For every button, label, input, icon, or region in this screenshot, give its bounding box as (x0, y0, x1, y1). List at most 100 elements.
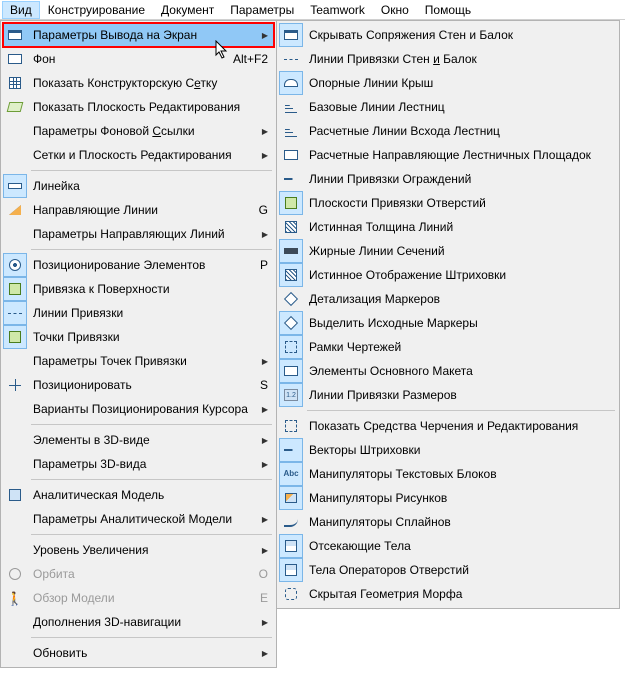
display-submenu-item-7[interactable]: Плоскости Привязки Отверстий (279, 191, 617, 215)
menu-item-label: Истинная Толщина Линий (303, 220, 611, 234)
blank-icon (7, 542, 23, 558)
icon-slot (279, 95, 303, 119)
view-menu-item-5[interactable]: Сетки и Плоскость Редактирования (3, 143, 274, 167)
menu-item-label: Аналитическая Модель (27, 488, 268, 502)
view-menu-item-30[interactable]: Обновить (3, 641, 274, 665)
icon-slot: 🚶 (3, 586, 27, 610)
view-menu-item-14[interactable]: Точки Привязки (3, 325, 274, 349)
view-menu-item-4[interactable]: Параметры Фоновой Ссылки (3, 119, 274, 143)
abc-icon: Abc (283, 466, 299, 482)
display-submenu-item-15[interactable]: 1.2Линии Привязки Размеров (279, 383, 617, 407)
menubar: ВидКонструированиеДокументПараметрыTeamw… (0, 0, 625, 20)
display-submenu-item-19[interactable]: AbcМанипуляторы Текстовых Блоков (279, 462, 617, 486)
menu-item-label: Варианты Позиционирования Курсора (27, 402, 258, 416)
blank-icon (7, 353, 23, 369)
view-menu-item-15[interactable]: Параметры Точек Привязки (3, 349, 274, 373)
menu-item-label: Рамки Чертежей (303, 340, 611, 354)
thick-icon (283, 243, 299, 259)
display-submenu-item-6[interactable]: Линии Привязки Ограждений (279, 167, 617, 191)
display-submenu-item-9[interactable]: Жирные Линии Сечений (279, 239, 617, 263)
menu-item-label: Истинное Отображение Штриховки (303, 268, 611, 282)
view-menu-item-2[interactable]: Показать Конструкторскую Сетку (3, 71, 274, 95)
display-submenu-item-0[interactable]: Скрывать Сопряжения Стен и Балок (279, 23, 617, 47)
display-submenu-item-24[interactable]: Скрытая Геометрия Морфа (279, 582, 617, 606)
menu-item-label: Направляющие Линии (27, 203, 249, 217)
display-submenu-item-11[interactable]: Детализация Маркеров (279, 287, 617, 311)
menu-item-label: Линейка (27, 179, 268, 193)
menu-item-label: Орбита (27, 567, 249, 581)
view-menu-item-3[interactable]: Показать Плоскость Редактирования (3, 95, 274, 119)
view-menu-separator (31, 479, 272, 480)
display-submenu-item-5[interactable]: Расчетные Направляющие Лестничных Площад… (279, 143, 617, 167)
hatch-icon (283, 219, 299, 235)
view-menu-item-16[interactable]: ПозиционироватьS (3, 373, 274, 397)
display-submenu-item-12[interactable]: Выделить Исходные Маркеры (279, 311, 617, 335)
menubar-item-4[interactable]: Teamwork (302, 1, 373, 19)
morph-icon (283, 586, 299, 602)
menu-item-label: Параметры 3D-вида (27, 457, 258, 471)
icon-slot: Abc (279, 462, 303, 486)
display-submenu-item-22[interactable]: Отсекающие Тела (279, 534, 617, 558)
menu-item-label: Манипуляторы Рисунков (303, 491, 611, 505)
view-menu-item-7[interactable]: Линейка (3, 174, 274, 198)
view-menu-item-28[interactable]: Дополнения 3D-навигации (3, 610, 274, 634)
view-menu-item-8[interactable]: Направляющие ЛинииG (3, 198, 274, 222)
menubar-item-2[interactable]: Документ (153, 1, 222, 19)
icon-slot (3, 23, 27, 47)
view-menu-item-20[interactable]: Параметры 3D-вида (3, 452, 274, 476)
menubar-item-5[interactable]: Окно (373, 1, 417, 19)
display-submenu-item-2[interactable]: Опорные Линии Крыш (279, 71, 617, 95)
display-submenu-item-23[interactable]: Тела Операторов Отверстий (279, 558, 617, 582)
view-menu-dropdown: Параметры Вывода на ЭкранФонAlt+F2Показа… (0, 20, 277, 668)
menubar-item-6[interactable]: Помощь (417, 1, 479, 19)
view-menu-item-9[interactable]: Параметры Направляющих Линий (3, 222, 274, 246)
menu-item-shortcut: E (250, 591, 268, 605)
display-submenu-item-18[interactable]: Векторы Штриховки (279, 438, 617, 462)
menu-item-label: Отсекающие Тела (303, 539, 611, 553)
display-submenu-item-10[interactable]: Истинное Отображение Штриховки (279, 263, 617, 287)
view-menu-item-13[interactable]: Линии Привязки (3, 301, 274, 325)
view-menu-item-1[interactable]: ФонAlt+F2 (3, 47, 274, 71)
menu-item-label: Параметры Фоновой Ссылки (27, 124, 258, 138)
icon-slot (3, 47, 27, 71)
view-menu-item-0[interactable]: Параметры Вывода на Экран (3, 23, 274, 47)
blank-icon (7, 147, 23, 163)
menubar-item-3[interactable]: Параметры (222, 1, 302, 19)
view-menu-item-17[interactable]: Варианты Позиционирования Курсора (3, 397, 274, 421)
menubar-item-0[interactable]: Вид (2, 1, 40, 19)
view-menu-item-12[interactable]: Привязка к Поверхности (3, 277, 274, 301)
display-submenu-item-3[interactable]: Базовые Линии Лестниц (279, 95, 617, 119)
menu-item-label: Линии Привязки (27, 306, 268, 320)
view-menu-item-25[interactable]: Уровень Увеличения (3, 538, 274, 562)
icon-slot (3, 610, 27, 634)
display-submenu-item-21[interactable]: Манипуляторы Сплайнов (279, 510, 617, 534)
menu-item-shortcut: O (249, 567, 268, 581)
stair-icon (283, 123, 299, 139)
display-submenu-item-1[interactable]: Линии Привязки Стен и Балок (279, 47, 617, 71)
view-menu-separator (31, 424, 272, 425)
display-submenu-item-13[interactable]: Рамки Чертежей (279, 335, 617, 359)
view-menu-separator (31, 170, 272, 171)
menu-item-label: Векторы Штриховки (303, 443, 611, 457)
icon-slot (279, 215, 303, 239)
icon-slot (279, 534, 303, 558)
diamond-icon (283, 291, 299, 307)
menu-item-label: Параметры Точек Привязки (27, 354, 258, 368)
menubar-item-1[interactable]: Конструирование (40, 1, 153, 19)
icon-slot (279, 47, 303, 71)
display-submenu-item-17[interactable]: Показать Средства Черчения и Редактирова… (279, 414, 617, 438)
view-menu-item-23[interactable]: Параметры Аналитической Модели (3, 507, 274, 531)
menu-item-label: Манипуляторы Сплайнов (303, 515, 611, 529)
menu-item-label: Скрытая Геометрия Морфа (303, 587, 611, 601)
view-menu-item-22[interactable]: Аналитическая Модель (3, 483, 274, 507)
display-submenu-item-4[interactable]: Расчетные Линии Всхода Лестниц (279, 119, 617, 143)
menu-item-label: Параметры Направляющих Линий (27, 227, 258, 241)
display-submenu-item-14[interactable]: Элементы Основного Макета (279, 359, 617, 383)
view-menu-item-11[interactable]: Позиционирование ЭлементовP (3, 253, 274, 277)
display-submenu-item-20[interactable]: Манипуляторы Рисунков (279, 486, 617, 510)
display-submenu-item-8[interactable]: Истинная Толщина Линий (279, 215, 617, 239)
menu-item-label: Элементы Основного Макета (303, 364, 611, 378)
icon-slot (3, 277, 27, 301)
view-menu-item-19[interactable]: Элементы в 3D-виде (3, 428, 274, 452)
menu-item-label: Обновить (27, 646, 258, 660)
